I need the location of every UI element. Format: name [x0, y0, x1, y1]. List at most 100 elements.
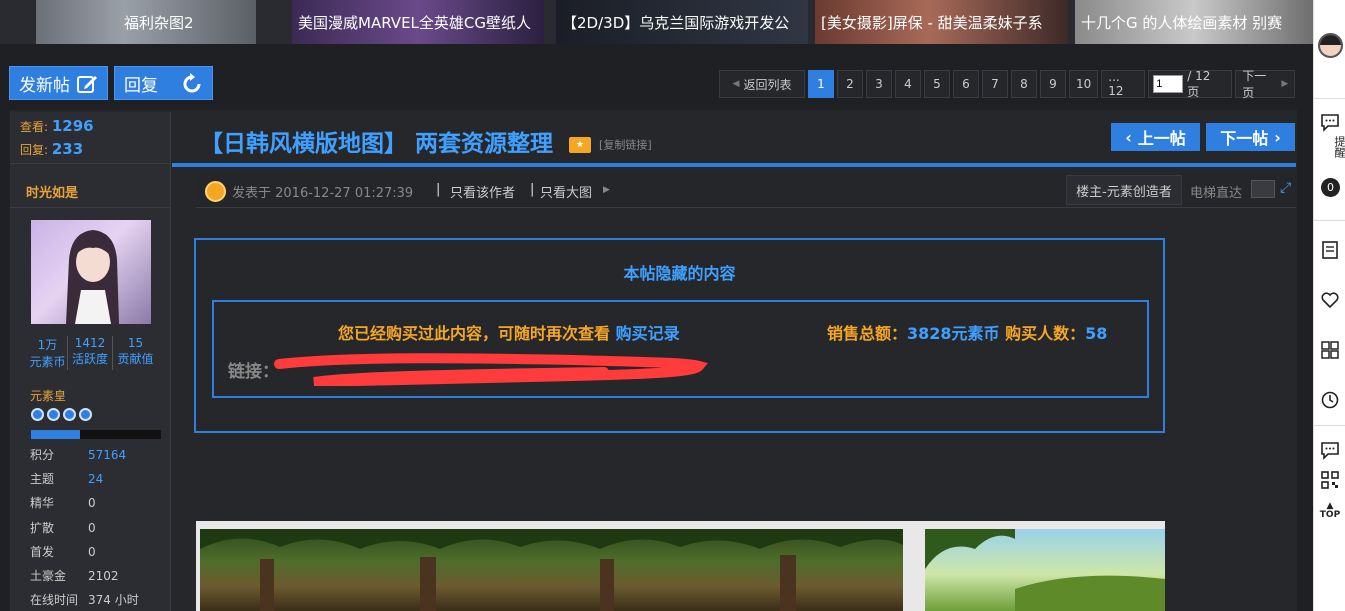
only-big-image-link[interactable]: 只看大图 [540, 182, 592, 201]
notes-icon[interactable] [1320, 240, 1340, 260]
rank-star-icon [79, 408, 92, 421]
map-trees-1 [200, 529, 903, 611]
remind-count-badge: 0 [1321, 178, 1340, 197]
reply-label: 回复 [124, 75, 158, 96]
replies-count: 233 [51, 140, 84, 158]
page-jump-input[interactable] [1153, 75, 1184, 93]
banner-item-4[interactable]: [美女摄影]屏保 - 甜美温柔妹子系 [815, 0, 1070, 44]
purchased-notice: 您已经购买过此内容，可随时再次查看 购买记录 [338, 320, 680, 344]
field-key: 首发 [30, 545, 55, 559]
profile-field: 扩散 0 [30, 519, 96, 536]
banner-item-3[interactable]: 【2D/3D】乌克兰国际游戏开发公 [556, 0, 810, 44]
message-icon[interactable] [1320, 112, 1340, 132]
activity-count[interactable]: 1412 活跃度 [68, 336, 113, 370]
field-key: 精华 [30, 496, 55, 510]
redaction-scribble [274, 353, 708, 386]
grid-icon[interactable] [1320, 340, 1340, 360]
chat-icon[interactable] [1320, 440, 1340, 460]
count-value: 15 [127, 336, 144, 350]
coin-count[interactable]: 1万 元素币 [28, 336, 68, 370]
post-meta: 发表于 2016-12-27 01:27:39 | 只看该作者 | 只看大图 ▶… [196, 174, 1296, 208]
hidden-content-title: 本帖隐藏的内容 [623, 264, 736, 283]
chevron-right-icon: ▶ [1281, 79, 1289, 89]
divider [1314, 98, 1345, 99]
elevator-input[interactable] [1251, 180, 1275, 198]
sales-value: 3828元素币 [907, 324, 1000, 343]
count-label: 元素币 [29, 355, 66, 369]
go-arrow-icon[interactable]: ⤢ [1280, 180, 1291, 196]
map-preview-strip [196, 521, 1165, 611]
separator: | [436, 182, 441, 197]
views-stat: 查看: 1296 [20, 117, 94, 135]
next-thread-button[interactable]: 下一帖 › [1206, 123, 1295, 151]
profile-field: 土豪金 2102 [30, 567, 119, 584]
remind-label[interactable]: 提醒 [1314, 136, 1345, 158]
avatar[interactable] [31, 220, 151, 324]
page-total: / 12 页 [1187, 68, 1211, 99]
level-progress-fill [31, 430, 81, 439]
prev-thread-button[interactable]: ‹ 上一帖 [1111, 123, 1200, 151]
history-icon[interactable] [1320, 390, 1340, 410]
qr-code-icon[interactable] [1320, 470, 1340, 490]
divider [1314, 425, 1345, 426]
user-medal-icon [205, 181, 226, 202]
avatar-illustration [66, 230, 119, 324]
map-image-1[interactable] [200, 529, 903, 611]
field-key: 土豪金 [30, 569, 67, 583]
page-link[interactable]: 10 [1069, 70, 1099, 98]
post-title: 【日韩风横版地图】 两套资源整理 ★ [复制链接] [200, 124, 652, 158]
replies-label: 回复: [20, 143, 49, 157]
profile-field: 在线时间 374 小时 [30, 591, 139, 608]
field-value[interactable]: 57164 [88, 448, 126, 462]
next-page-link[interactable]: 下一页 ▶ [1235, 69, 1296, 100]
page-link[interactable]: 3 [866, 70, 892, 98]
rank-stars [31, 408, 92, 421]
reply-button[interactable]: 回复 [114, 66, 213, 100]
author-name[interactable]: 时光如是 [26, 182, 78, 201]
divider [10, 207, 170, 208]
post-title-text: 【日韩风横版地图】 两套资源整理 [200, 131, 554, 157]
page-link[interactable]: ... 12 [1101, 70, 1146, 98]
pagination: ◀ 返回列表 1 2 3 4 5 6 7 8 9 10 ... 12 / 12 … [716, 68, 1296, 100]
author-column: 查看: 1296 回复: 233 时光如是 1万 元素币 1412 活跃度 15… [10, 112, 171, 611]
banner-item-5[interactable]: 十几个G 的人体绘画素材 别赛 [1075, 0, 1313, 44]
page-link[interactable]: 2 [837, 70, 863, 98]
hot-badge-icon: ★ [569, 136, 592, 153]
page-link[interactable]: 1 [808, 70, 834, 98]
new-post-button[interactable]: 发新帖 [9, 66, 108, 100]
user-rank[interactable]: 元素皇 [30, 387, 66, 404]
divider [10, 163, 170, 164]
page-link[interactable]: 4 [895, 70, 921, 98]
map-image-2[interactable] [925, 529, 1165, 611]
refresh-icon [183, 73, 201, 93]
page-link[interactable]: 9 [1040, 70, 1066, 98]
field-key: 积分 [30, 448, 55, 462]
contribution-count[interactable]: 15 贡献值 [113, 336, 158, 370]
field-key: 在线时间 [30, 593, 79, 607]
title-underline [172, 163, 1296, 167]
heart-icon[interactable] [1320, 290, 1340, 310]
edit-icon [77, 76, 97, 93]
rank-star-icon [31, 408, 44, 421]
banner-item-2[interactable]: 美国漫威MARVEL全英雄CG壁纸人 [292, 0, 550, 44]
purchase-record-link[interactable]: 购买记录 [616, 324, 680, 343]
page-link[interactable]: 6 [953, 70, 979, 98]
map-trees-2 [925, 529, 1165, 611]
only-author-link[interactable]: 只看该作者 [450, 182, 515, 201]
views-label: 查看: [20, 120, 49, 134]
copy-link[interactable]: [复制链接] [599, 139, 652, 152]
banner-title: 【2D/3D】乌克兰国际游戏开发公 [562, 13, 790, 32]
page-link[interactable]: 8 [1011, 70, 1037, 98]
banner-title: [美女摄影]屏保 - 甜美温柔妹子系 [821, 13, 1043, 32]
rank-star-icon [47, 408, 60, 421]
chevron-up-icon: ▲ [1326, 501, 1334, 511]
field-key: 扩散 [30, 521, 55, 535]
back-to-top-button[interactable]: ▲ TOP [1314, 501, 1345, 521]
user-avatar-icon[interactable] [1318, 33, 1343, 58]
next-thread-label: 下一帖 [1220, 129, 1269, 148]
page-link[interactable]: 7 [982, 70, 1008, 98]
back-to-list-link[interactable]: ◀ 返回列表 [719, 70, 805, 98]
page-link[interactable]: 5 [924, 70, 950, 98]
banner-item-1[interactable]: 福利杂图2 [36, 0, 286, 44]
field-value[interactable]: 24 [88, 472, 103, 486]
